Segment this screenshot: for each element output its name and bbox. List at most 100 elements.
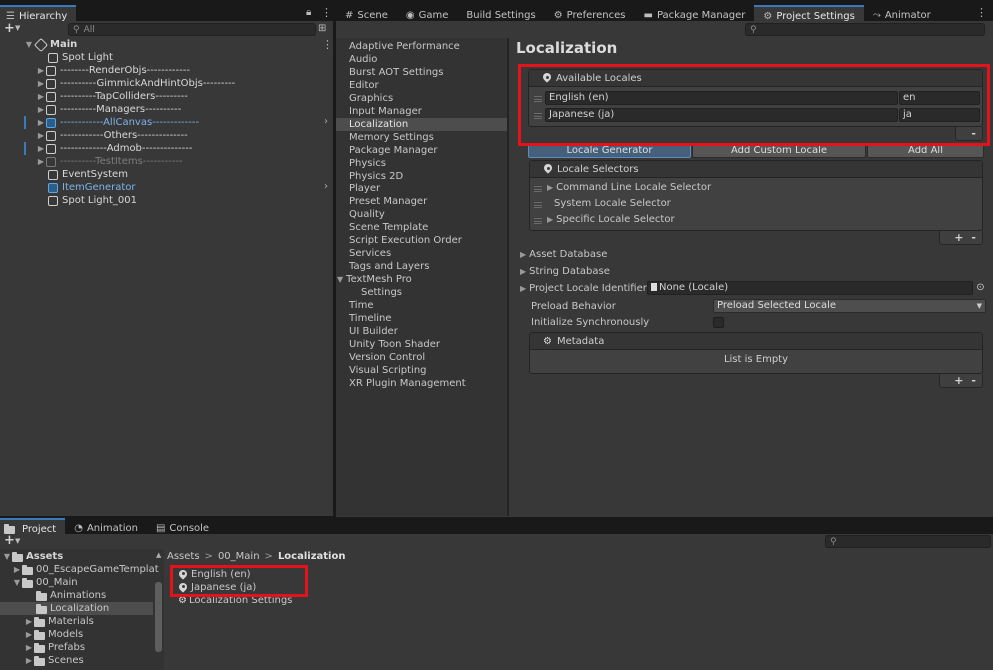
remove-metadata-button[interactable]: - [971,374,976,387]
string-database-foldout[interactable]: ▶ String Database [520,266,610,277]
add-all-button[interactable]: Add All [867,144,984,158]
expand-arrow-icon[interactable]: ▶ [520,284,526,293]
lock-icon[interactable]: 🔒︎ [306,7,311,18]
project-locale-identifier-label[interactable]: ▶ Project Locale Identifier [520,283,647,294]
settings-item-ui-builder[interactable]: UI Builder [349,325,398,338]
settings-search-input[interactable]: ⚲ [745,23,985,36]
hierarchy-item-allcanvas[interactable]: ▶ ------------AllCanvas------------- [36,116,199,129]
settings-item-scene-template[interactable]: Scene Template [349,221,428,234]
more-menu-icon[interactable]: ⋮ [976,6,987,19]
scroll-up-icon[interactable]: ▲ [156,551,161,559]
hierarchy-item-itemgenerator[interactable]: ItemGenerator [48,181,136,194]
settings-item-script-execution-order[interactable]: Script Execution Order [349,234,462,247]
locale-generator-button[interactable]: Locale Generator [528,144,691,158]
expand-arrow-icon[interactable]: ▶ [36,157,46,166]
settings-item-physics-2d[interactable]: Physics 2D [349,170,403,183]
expand-arrow-icon[interactable]: ▶ [24,630,34,639]
breadcrumb-00-main[interactable]: 00_Main [218,551,260,562]
scene-more-icon[interactable]: ⋮ [322,38,333,51]
settings-item-visual-scripting[interactable]: Visual Scripting [349,364,427,377]
expand-arrow-icon[interactable]: ▶ [520,250,526,259]
settings-item-audio[interactable]: Audio [349,53,377,66]
preload-behavior-dropdown[interactable]: Preload Selected Locale ▼ [713,299,986,313]
expand-arrow-icon[interactable]: ▶ [36,66,46,75]
settings-item-textmesh-pro[interactable]: ▼ TextMesh Pro [337,273,412,286]
expand-arrow-icon[interactable]: ▶ [36,144,46,153]
selector-specific[interactable]: ▶ Specific Locale Selector [547,214,675,225]
expand-arrow-icon[interactable]: ▶ [24,643,34,652]
tree-scrollbar[interactable] [155,582,162,652]
settings-item-quality[interactable]: Quality [349,208,385,221]
project-search-input[interactable]: ⚲ [825,535,991,548]
expand-arrow-icon[interactable]: ▶ [547,183,553,192]
hierarchy-item-spot-light[interactable]: Spot Light [48,51,113,64]
expand-arrow-icon[interactable]: ▶ [36,92,46,101]
asset-database-foldout[interactable]: ▶ Asset Database [520,249,607,260]
expand-arrow-icon[interactable]: ▶ [36,118,46,127]
tree-item-escapegametemplate[interactable]: ▶ 00_EscapeGameTemplat [12,563,159,576]
chevron-right-icon[interactable]: › [324,181,328,192]
settings-item-version-control[interactable]: Version Control [349,351,425,364]
hierarchy-item-eventsystem[interactable]: EventSystem [48,168,128,181]
tree-item-localization[interactable]: Localization [36,602,109,615]
chevron-down-icon[interactable]: ▼ [15,537,20,545]
hierarchy-item-renderobjs[interactable]: ▶ --------RenderObjs------------ [36,64,190,77]
expand-arrow-icon[interactable]: ▶ [547,215,553,224]
scene-visibility-icon[interactable]: ⊞ [318,23,326,34]
settings-item-localization[interactable]: Localization [349,118,408,131]
settings-item-tags-and-layers[interactable]: Tags and Layers [349,260,429,273]
settings-item-player[interactable]: Player [349,182,380,195]
hierarchy-item-tapcolliders[interactable]: ▶ ----------TapColliders--------- [36,90,188,103]
hierarchy-item-admob[interactable]: ▶ -------------Admob-------------- [36,142,193,155]
hierarchy-item-spot-light-001[interactable]: Spot Light_001 [48,194,137,207]
expand-arrow-icon[interactable]: ▶ [36,131,46,140]
expand-arrow-icon[interactable]: ▶ [36,79,46,88]
settings-item-unity-toon-shader[interactable]: Unity Toon Shader [349,338,440,351]
add-selector-button[interactable]: + [954,231,963,244]
settings-item-time[interactable]: Time [349,299,373,312]
tree-item-00-main[interactable]: ▼ 00_Main [12,576,78,589]
hierarchy-search-input[interactable]: ⚲ All [68,23,316,36]
add-icon[interactable]: + [4,533,15,548]
hierarchy-item-others[interactable]: ▶ ------------Others-------------- [36,129,188,142]
settings-item-burst-aot-settings[interactable]: Burst AOT Settings [349,66,443,79]
selector-command-line[interactable]: ▶ Command Line Locale Selector [547,182,711,193]
hierarchy-item-managers[interactable]: ▶ ----------Managers---------- [36,103,181,116]
hierarchy-item-gimmick[interactable]: ▶ ----------GimmickAndHintObjs--------- [36,77,235,90]
settings-item-memory-settings[interactable]: Memory Settings [349,131,434,144]
expand-arrow-icon[interactable]: ▶ [12,565,22,574]
add-icon[interactable]: + [4,21,15,36]
tree-item-assets[interactable]: ▼ Assets [2,550,63,563]
init-sync-checkbox[interactable] [713,317,724,328]
breadcrumb-assets[interactable]: Assets [167,551,200,562]
selector-system[interactable]: System Locale Selector [554,198,671,209]
settings-item-services[interactable]: Services [349,247,391,260]
settings-item-physics[interactable]: Physics [349,157,386,170]
expand-arrow-icon[interactable]: ▼ [337,275,343,284]
add-metadata-button[interactable]: + [954,374,963,387]
settings-splitter[interactable] [507,38,509,516]
tree-item-prefabs[interactable]: ▶ Prefabs [24,641,85,654]
expand-arrow-icon[interactable]: ▶ [520,267,526,276]
expand-arrow-icon[interactable]: ▼ [2,552,12,561]
drag-handle-icon[interactable] [534,186,542,192]
expand-arrow-icon[interactable]: ▼ [12,578,22,587]
expand-arrow-icon[interactable]: ▶ [24,617,34,626]
tree-item-materials[interactable]: ▶ Materials [24,615,94,628]
drag-handle-icon[interactable] [534,202,542,208]
chevron-down-icon[interactable]: ▼ [15,24,20,32]
settings-item-input-manager[interactable]: Input Manager [349,105,422,118]
expand-arrow-icon[interactable]: ▼ [24,40,34,49]
settings-item-adaptive-performance[interactable]: Adaptive Performance [349,40,460,53]
settings-item-xr-plugin-management[interactable]: XR Plugin Management [349,377,466,390]
settings-item-package-manager[interactable]: Package Manager [349,144,437,157]
settings-item-preset-manager[interactable]: Preset Manager [349,195,427,208]
tree-item-models[interactable]: ▶ Models [24,628,83,641]
settings-item-timeline[interactable]: Timeline [349,312,392,325]
remove-selector-button[interactable]: - [971,231,976,244]
add-custom-locale-button[interactable]: Add Custom Locale [692,144,866,158]
settings-item-graphics[interactable]: Graphics [349,92,393,105]
settings-item-editor[interactable]: Editor [349,79,379,92]
hierarchy-item-main[interactable]: ▼ Main [24,37,77,52]
more-menu-icon[interactable]: ⋮ [321,6,332,19]
